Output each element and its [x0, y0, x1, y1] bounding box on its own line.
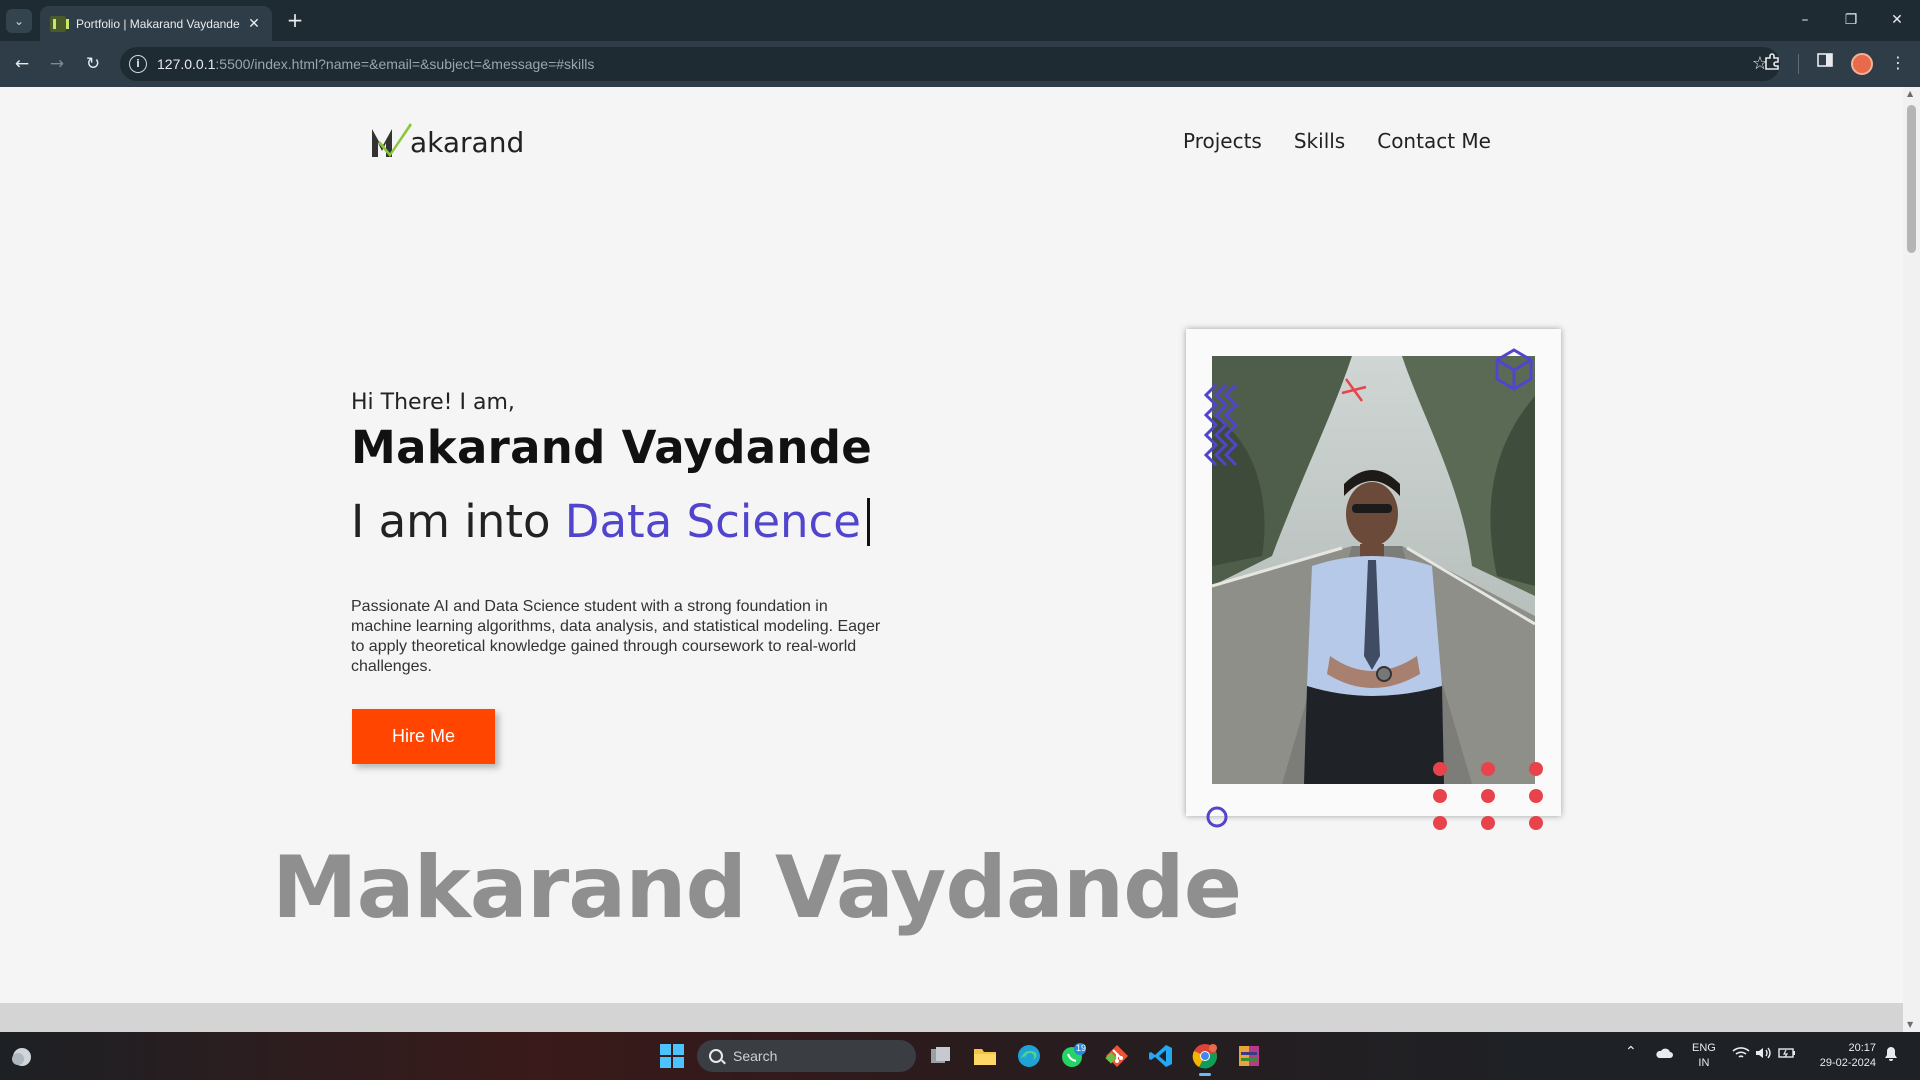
forward-button[interactable]: → [43, 50, 71, 78]
nav-contact[interactable]: Contact Me [1377, 129, 1491, 153]
tab-title: Portfolio | Makarand Vaydande [76, 16, 240, 31]
lang-line2: IN [1698, 1057, 1710, 1069]
hero-greeting: Hi There! I am, [351, 390, 515, 415]
menu-kebab-icon[interactable]: ⋮ [1887, 52, 1909, 74]
minimize-button[interactable]: – [1782, 0, 1828, 41]
new-tab-button[interactable]: + [282, 8, 308, 34]
tab-close-icon[interactable]: ✕ [246, 16, 262, 32]
lang-line1: ENG [1692, 1042, 1716, 1054]
system-clock[interactable]: 20:17 29-02-2024 [1810, 1041, 1876, 1071]
onedrive-icon[interactable] [1655, 1046, 1673, 1064]
tagline-prefix: I am into [351, 495, 565, 548]
side-panel-icon[interactable] [1814, 52, 1836, 74]
address-bar[interactable]: i 127.0.0.1:5500/index.html?name=&email=… [120, 47, 1780, 81]
url-host: 127.0.0.1 [157, 56, 216, 72]
close-window-button[interactable]: ✕ [1874, 0, 1920, 41]
url-path: :5500/index.html?name=&email=&subject=&m… [215, 56, 595, 72]
logo-text: akarand [410, 126, 525, 159]
extensions-icon[interactable] [1761, 52, 1783, 74]
chrome-icon[interactable] [1189, 1040, 1221, 1076]
volume-icon[interactable] [1755, 1046, 1773, 1064]
taskbar-search[interactable]: Search [697, 1040, 916, 1072]
toolbar-divider [1798, 54, 1799, 74]
hero-name: Makarand Vaydande [351, 421, 873, 474]
scroll-thumb[interactable] [1907, 105, 1916, 253]
profile-photo-card [1186, 329, 1561, 816]
battery-icon[interactable] [1778, 1046, 1796, 1064]
logo-m-icon [372, 123, 412, 157]
typing-cursor [867, 498, 870, 546]
scroll-down-icon[interactable]: ▼ [1907, 1020, 1913, 1029]
windows-taskbar: Search 19 ⌃ ENG IN 20:17 29-02-2024 [0, 1032, 1920, 1080]
browser-toolbar: ← → ↻ i 127.0.0.1:5500/index.html?name=&… [0, 41, 1920, 87]
profile-photo [1212, 356, 1535, 784]
hero-bio: Passionate AI and Data Science student w… [351, 598, 881, 675]
favicon-icon [50, 15, 69, 32]
nav-skills[interactable]: Skills [1294, 129, 1345, 153]
horizontal-band [0, 1003, 1903, 1032]
git-icon[interactable] [1101, 1040, 1133, 1072]
page-viewport: akarand Projects Skills Contact Me Hi Th… [0, 87, 1903, 1032]
vscode-icon[interactable] [1145, 1040, 1177, 1072]
nav-projects[interactable]: Projects [1183, 129, 1262, 153]
edge-icon[interactable] [1013, 1040, 1045, 1072]
whatsapp-icon[interactable]: 19 [1057, 1040, 1089, 1072]
footer-big-name: Makarand Vaydande [272, 838, 1242, 938]
tray-overflow-icon[interactable]: ⌃ [1625, 1044, 1637, 1060]
weather-icon[interactable] [10, 1045, 34, 1067]
wifi-icon[interactable] [1732, 1046, 1750, 1064]
main-nav: Projects Skills Contact Me [1183, 129, 1491, 153]
task-view-icon[interactable] [925, 1040, 957, 1072]
language-indicator[interactable]: ENG IN [1692, 1041, 1716, 1071]
vertical-scrollbar[interactable]: ▲ ▼ [1903, 87, 1920, 1032]
scroll-up-icon[interactable]: ▲ [1907, 89, 1913, 98]
browser-tab[interactable]: Portfolio | Makarand Vaydande ✕ [40, 6, 272, 41]
site-info-icon[interactable]: i [129, 55, 147, 73]
browser-tab-bar: ⌄ Portfolio | Makarand Vaydande ✕ + – ❐ … [0, 0, 1920, 41]
file-explorer-icon[interactable] [969, 1040, 1001, 1072]
reload-button[interactable]: ↻ [79, 50, 107, 78]
search-label: Search [733, 1048, 778, 1064]
restore-button[interactable]: ❐ [1828, 0, 1874, 41]
hero-tagline: I am into Data Science [351, 495, 870, 548]
profile-avatar[interactable] [1851, 53, 1873, 75]
hire-me-button[interactable]: Hire Me [352, 709, 495, 764]
clock-time: 20:17 [1848, 1042, 1876, 1054]
search-icon [709, 1049, 723, 1063]
winrar-icon[interactable] [1233, 1040, 1265, 1072]
whatsapp-badge: 19 [1076, 1043, 1087, 1053]
site-logo[interactable]: akarand [370, 119, 524, 159]
start-button[interactable] [660, 1044, 684, 1068]
notification-bell-icon[interactable] [1884, 1046, 1898, 1066]
clock-date: 29-02-2024 [1819, 1057, 1876, 1069]
url-text[interactable]: 127.0.0.1:5500/index.html?name=&email=&s… [157, 56, 594, 72]
tab-search-button[interactable]: ⌄ [6, 9, 32, 33]
back-button[interactable]: ← [8, 50, 36, 78]
tagline-highlight: Data Science [564, 495, 861, 548]
